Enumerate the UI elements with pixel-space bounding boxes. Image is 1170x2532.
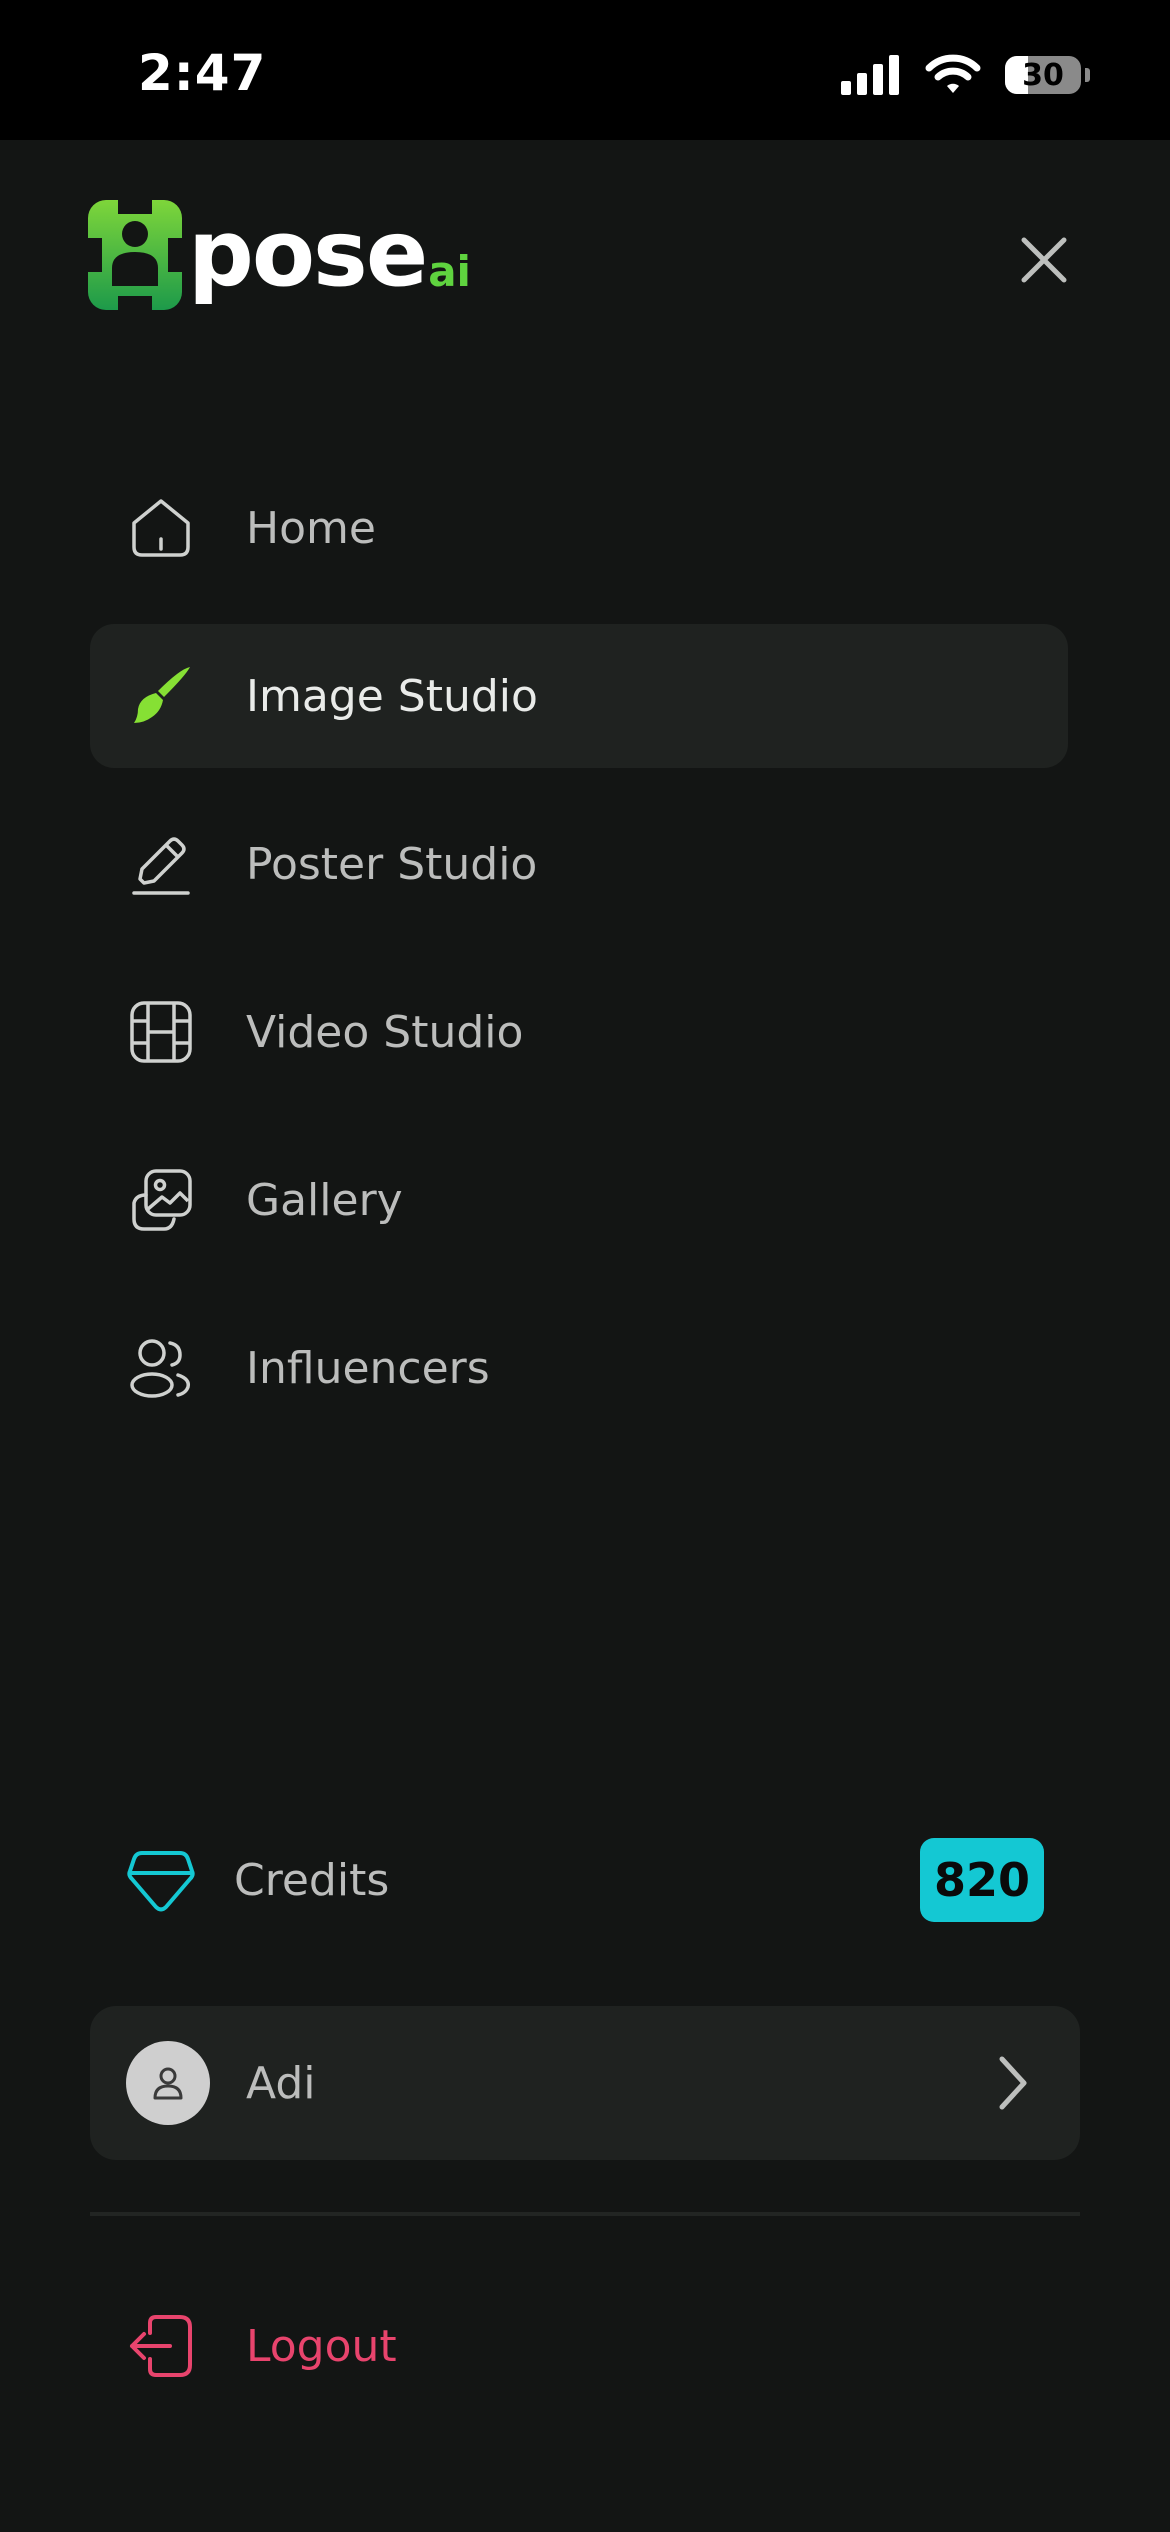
home-icon bbox=[126, 493, 196, 563]
nav-item-influencers[interactable]: Influencers bbox=[90, 1296, 1068, 1440]
nav-label-home: Home bbox=[246, 502, 376, 554]
status-icons: 30 bbox=[841, 54, 1090, 96]
battery-indicator: 30 bbox=[1005, 56, 1081, 94]
logo-word: pose bbox=[188, 200, 428, 307]
gallery-icon bbox=[126, 1165, 196, 1235]
app-logo: pose ai bbox=[88, 200, 471, 310]
logout-icon bbox=[130, 2315, 192, 2377]
nav-item-image-studio[interactable]: Image Studio bbox=[90, 624, 1068, 768]
logout-button[interactable]: Logout bbox=[90, 2296, 690, 2396]
nav-item-poster-studio[interactable]: Poster Studio bbox=[90, 792, 1068, 936]
profile-name: Adi bbox=[246, 2057, 316, 2109]
nav-menu: Home Image Studio Poster Studio Video St… bbox=[90, 456, 1068, 1464]
battery-level: 30 bbox=[1022, 57, 1064, 93]
nav-label-influencers: Influencers bbox=[246, 1342, 490, 1394]
credits-label: Credits bbox=[234, 1854, 390, 1906]
status-time: 2:47 bbox=[138, 44, 267, 102]
logo-mark-icon bbox=[88, 200, 182, 310]
avatar bbox=[126, 2041, 210, 2125]
divider bbox=[90, 2212, 1080, 2216]
nav-item-home[interactable]: Home bbox=[90, 456, 1068, 600]
nav-label-image-studio: Image Studio bbox=[246, 670, 538, 722]
logo-suffix: ai bbox=[428, 247, 471, 296]
close-button[interactable] bbox=[1010, 226, 1078, 294]
nav-item-video-studio[interactable]: Video Studio bbox=[90, 960, 1068, 1104]
users-icon bbox=[126, 1333, 196, 1403]
gem-icon bbox=[127, 1851, 195, 1912]
logout-label: Logout bbox=[246, 2320, 397, 2372]
status-bar: 2:47 30 bbox=[0, 0, 1170, 140]
battery-nub bbox=[1085, 68, 1090, 82]
nav-label-video-studio: Video Studio bbox=[246, 1006, 524, 1058]
paintbrush-icon bbox=[126, 661, 196, 731]
pencil-icon bbox=[126, 829, 196, 899]
credits-row[interactable]: Credits 820 bbox=[90, 1836, 1044, 1924]
film-icon bbox=[126, 997, 196, 1067]
wifi-icon bbox=[925, 54, 981, 93]
chevron-right-icon bbox=[999, 2056, 1027, 2110]
signal-icon bbox=[841, 55, 899, 95]
nav-label-poster-studio: Poster Studio bbox=[246, 838, 538, 890]
nav-label-gallery: Gallery bbox=[246, 1174, 403, 1226]
credits-badge: 820 bbox=[919, 1838, 1044, 1922]
profile-row[interactable]: Adi bbox=[90, 2006, 1080, 2160]
close-icon bbox=[1021, 237, 1067, 283]
user-icon bbox=[153, 2067, 183, 2100]
nav-item-gallery[interactable]: Gallery bbox=[90, 1128, 1068, 1272]
